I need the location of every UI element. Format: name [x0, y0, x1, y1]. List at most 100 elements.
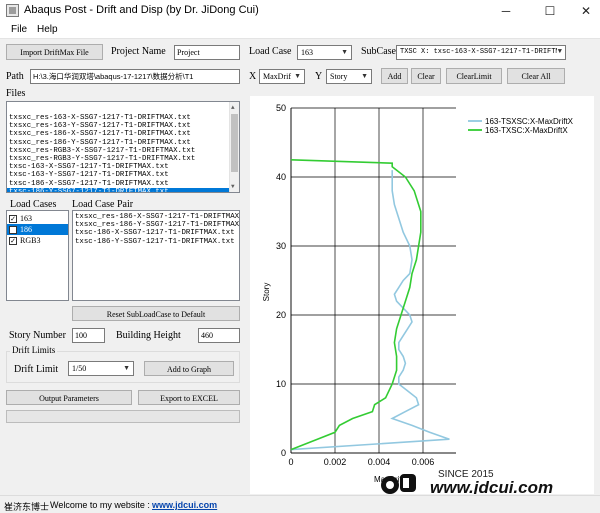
- load-case-item[interactable]: ✓ 186: [7, 224, 68, 235]
- y-axis-title: Story: [262, 283, 271, 302]
- files-rows: txsxc_res-163-X-SSG7-1217-T1-DRIFTMAX.tx…: [7, 114, 239, 192]
- files-scrollbar[interactable]: ▲ ▼: [229, 102, 239, 192]
- drift-chart: 0102030405000.0020.0040.006 MaxDrift Sto…: [250, 96, 594, 494]
- window-title: Abaqus Post - Drift and Disp (by Dr. JiD…: [24, 4, 259, 16]
- subcase-label: SubCase: [361, 46, 396, 57]
- clear-button[interactable]: Clear: [411, 68, 441, 84]
- project-name-label: Project Name: [111, 46, 166, 57]
- load-cases-rows: ✓ 163 ✓ 186 ✓ RGB3: [7, 213, 68, 246]
- drift-limits-group-label: Drift Limits: [10, 345, 58, 355]
- file-list-item[interactable]: txsxc_res-163-X-SSG7-1217-T1-DRIFTMAX.tx…: [7, 114, 239, 122]
- load-case-item-label: RGB3: [20, 236, 41, 245]
- checkbox-icon[interactable]: ✓: [9, 215, 17, 224]
- chevron-down-icon: ▼: [123, 364, 130, 372]
- y-axis-value: Story: [330, 72, 348, 81]
- file-list-item[interactable]: txsxc_res-163-Y-SSG7-1217-T1-DRIFTMAX.tx…: [7, 122, 239, 130]
- status-welcome: Welcome to my website :: [50, 500, 150, 510]
- load-case-pair-item[interactable]: txsc-186-X-SSG7-1217-T1-DRIFTMAX.txt: [73, 229, 239, 237]
- files-list[interactable]: txsxc_res-163-X-SSG7-1217-T1-DRIFTMAX.tx…: [6, 101, 240, 193]
- website-link[interactable]: www.jdcui.com: [152, 500, 217, 510]
- status-bar: 崔济东博士 Welcome to my website : www.jdcui.…: [0, 495, 600, 513]
- file-list-item[interactable]: txsc-163-Y-SSG7-1217-T1-DRIFTMAX.txt: [7, 171, 239, 179]
- legend-label: 163-TSXSC:X-MaxDriftX: [485, 117, 574, 126]
- scroll-up-icon[interactable]: ▲: [231, 104, 235, 111]
- file-list-item[interactable]: txsc-163-X-SSG7-1217-T1-DRIFTMAX.txt: [7, 163, 239, 171]
- chart-background: [250, 96, 594, 494]
- load-case-pair-rows: txsxc_res-186-X-SSG7-1217-T1-DRIFTMAX.tx…: [73, 213, 239, 246]
- project-name-input[interactable]: Project: [174, 45, 240, 60]
- subcase-select[interactable]: TXSC X: txsc-163-X-SSG7-1217-T1-DRIFTM ▼: [396, 45, 566, 60]
- file-list-item[interactable]: txsxc_res-RGB3-X-SSG7-1217-T1-DRIFTMAX.t…: [7, 147, 239, 155]
- y-tick-label: 30: [276, 241, 286, 251]
- chevron-down-icon: ▼: [341, 48, 348, 56]
- title-bar: Abaqus Post - Drift and Disp (by Dr. JiD…: [0, 0, 600, 22]
- maximize-button[interactable]: ☐: [530, 0, 570, 22]
- path-label: Path: [6, 71, 24, 82]
- checkbox-icon[interactable]: ✓: [9, 226, 17, 235]
- subcase-value: TXSC X: txsc-163-X-SSG7-1217-T1-DRIFTM: [400, 48, 560, 56]
- clear-all-button[interactable]: Clear All: [507, 68, 565, 84]
- add-button[interactable]: Add: [381, 68, 408, 84]
- load-case-pair-item[interactable]: txsxc_res-186-X-SSG7-1217-T1-DRIFTMAX.tx…: [73, 213, 239, 221]
- file-list-item[interactable]: txsc-186-X-SSG7-1217-T1-DRIFTMAX.txt: [7, 180, 239, 188]
- watermark-url: www.jdcui.com: [430, 478, 553, 494]
- building-height-label: Building Height: [116, 330, 181, 341]
- menu-file[interactable]: File: [11, 24, 27, 35]
- export-to-excel-button[interactable]: Export to EXCEL: [138, 390, 240, 405]
- legend-label: 163-TXSC:X-MaxDriftX: [485, 126, 568, 135]
- close-button[interactable]: ✕: [566, 0, 600, 22]
- x-axis-select[interactable]: MaxDrif ▼: [259, 69, 305, 84]
- y-tick-label: 50: [276, 103, 286, 113]
- checkbox-icon[interactable]: ✓: [9, 237, 17, 246]
- load-case-value: 163: [301, 48, 313, 57]
- menu-bar: File Help: [0, 22, 600, 39]
- progress-bar: [6, 410, 240, 423]
- load-case-pair-item[interactable]: txsxc_res-186-Y-SSG7-1217-T1-DRIFTMAX.tx…: [73, 221, 239, 229]
- x-axis-value: MaxDrif: [263, 72, 291, 81]
- load-cases-list[interactable]: ✓ 163 ✓ 186 ✓ RGB3: [6, 210, 69, 301]
- add-to-graph-button[interactable]: Add to Graph: [144, 361, 234, 376]
- app-icon: [6, 4, 19, 17]
- x-tick-label: 0.002: [324, 457, 347, 467]
- chevron-down-icon: ▼: [556, 46, 562, 59]
- status-author: 崔济东博士: [4, 502, 50, 512]
- reset-subloadcase-button[interactable]: Reset SubLoadCase to Default: [72, 306, 240, 321]
- y-axis-select[interactable]: Story ▼: [326, 69, 372, 84]
- x-tick-label: 0.006: [412, 457, 435, 467]
- file-list-item[interactable]: txsxc_res-186-Y-SSG7-1217-T1-DRIFTMAX.tx…: [7, 139, 239, 147]
- y-tick-label: 40: [276, 172, 286, 182]
- load-cases-label: Load Cases: [10, 199, 57, 210]
- x-axis-label: X: [249, 71, 257, 82]
- drift-limit-label: Drift Limit: [14, 364, 59, 375]
- building-height-input[interactable]: 460: [198, 328, 240, 343]
- files-label: Files: [6, 88, 26, 99]
- story-number-input[interactable]: 100: [72, 328, 105, 343]
- file-list-item[interactable]: txsxc_res-186-X-SSG7-1217-T1-DRIFTMAX.tx…: [7, 130, 239, 138]
- y-tick-label: 10: [276, 379, 286, 389]
- minimize-button[interactable]: ─: [486, 0, 526, 22]
- load-case-item[interactable]: ✓ RGB3: [7, 235, 68, 246]
- path-input[interactable]: H:\3.海口华润双塔\abaqus-17-1217\数据分析\T1: [30, 69, 240, 84]
- load-case-select[interactable]: 163 ▼: [297, 45, 352, 60]
- y-tick-label: 20: [276, 310, 286, 320]
- load-case-pair-item[interactable]: txsc-186-Y-SSG7-1217-T1-DRIFTMAX.txt: [73, 238, 239, 246]
- load-case-pair-list[interactable]: txsxc_res-186-X-SSG7-1217-T1-DRIFTMAX.tx…: [72, 210, 240, 301]
- file-list-item[interactable]: txsxc_res-RGB3-Y-SSG7-1217-T1-DRIFTMAX.t…: [7, 155, 239, 163]
- drift-limit-select[interactable]: 1/50 ▼: [68, 361, 134, 376]
- clearlimit-button[interactable]: ClearLimit: [446, 68, 502, 84]
- x-tick-label: 0: [288, 457, 293, 467]
- files-scroll-thumb[interactable]: [231, 114, 238, 172]
- load-case-item-label: 186: [20, 225, 32, 234]
- x-tick-label: 0.004: [368, 457, 391, 467]
- y-tick-label: 0: [281, 448, 286, 458]
- story-number-label: Story Number: [9, 330, 66, 341]
- menu-help[interactable]: Help: [37, 24, 58, 35]
- chevron-down-icon: ▼: [294, 70, 301, 83]
- scroll-down-icon[interactable]: ▼: [231, 183, 235, 190]
- import-driftmax-button[interactable]: Import DriftMax File: [6, 44, 103, 60]
- load-case-item-label: 163: [20, 214, 32, 223]
- load-case-label: Load Case: [249, 46, 292, 57]
- load-case-item[interactable]: ✓ 163: [7, 213, 68, 224]
- file-list-item[interactable]: txsc-186-Y-SSG7-1217-T1-DRIFTMAX.txt: [7, 187, 239, 192]
- output-parameters-button[interactable]: Output Parameters: [6, 390, 132, 405]
